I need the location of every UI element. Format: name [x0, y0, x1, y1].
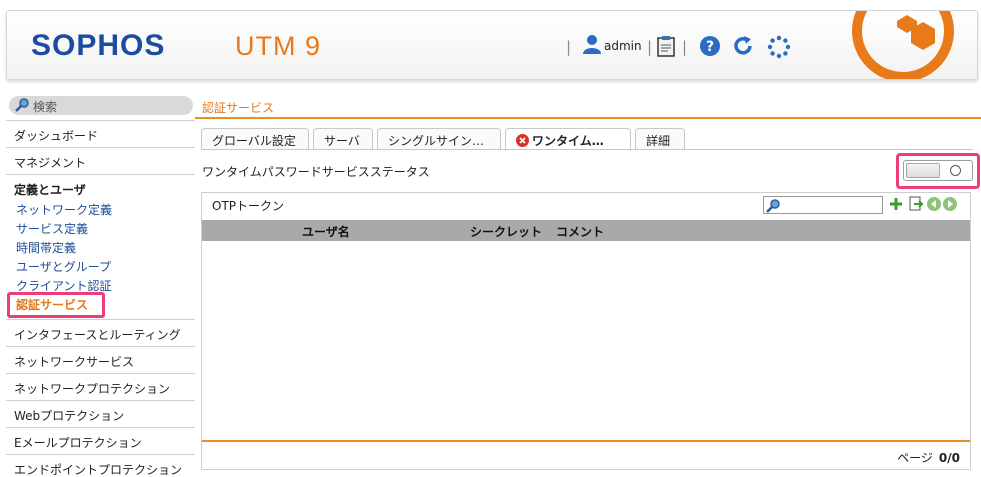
utm-webadmin-window: { "header": { "brand": "SOPHOS", "produc…	[0, 0, 981, 477]
spinner-icon[interactable]	[767, 35, 791, 63]
toggle-knob[interactable]	[906, 163, 940, 178]
sidebar-subitem-network-definitions[interactable]: ネットワーク定義	[14, 201, 195, 220]
refresh-icon[interactable]	[732, 35, 754, 61]
otp-token-panel: OTPトークン ユーザ名 シークレット コメント ページ 0/0	[201, 192, 971, 470]
sophos-logo-icon	[849, 11, 957, 79]
tab-single-sign-on[interactable]: シングルサイン…	[377, 128, 501, 150]
sidebar-group-title[interactable]: 定義とユーザ	[14, 181, 195, 201]
table-footer-divider	[202, 440, 970, 442]
header-separator: |	[682, 38, 688, 56]
token-list	[202, 241, 970, 440]
title-divider	[195, 117, 981, 119]
user-icon[interactable]	[583, 34, 601, 58]
sidebar-item-web-protection[interactable]: Webプロテクション	[6, 400, 195, 427]
pager: ページ 0/0	[897, 449, 960, 466]
sidebar-item-network-services[interactable]: ネットワークサービス	[6, 346, 195, 373]
sidebar-item-dashboard[interactable]: ダッシュボード	[6, 120, 195, 147]
highlight-box-auth-services	[7, 292, 105, 318]
sidebar-search-input[interactable]: 検索	[9, 96, 193, 115]
sidebar-item-interfaces-routing[interactable]: インタフェースとルーティング	[6, 319, 195, 346]
tab-label: ワンタイム…	[532, 134, 604, 148]
sidebar-subitem-users-groups[interactable]: ユーザとグループ	[14, 258, 195, 277]
tabs-baseline	[201, 149, 973, 150]
pager-value: 0/0	[938, 451, 960, 465]
add-icon[interactable]	[889, 196, 903, 215]
toggle-off-icon	[950, 165, 961, 176]
svg-text:?: ?	[706, 39, 714, 55]
table-header-row: ユーザ名 シークレット コメント	[202, 220, 970, 241]
column-header-secret[interactable]: シークレット	[470, 223, 542, 240]
tab-one-time-password[interactable]: ワンタイム…	[505, 128, 631, 151]
column-header-comment[interactable]: コメント	[556, 223, 604, 240]
pager-label: ページ	[897, 451, 933, 465]
help-icon[interactable]: ?	[700, 36, 720, 60]
sidebar-item-endpoint-protection[interactable]: エンドポイントプロテクション	[6, 454, 195, 477]
search-icon	[15, 98, 29, 115]
filter-input[interactable]	[763, 196, 883, 214]
sidebar-item-network-protection[interactable]: ネットワークプロテクション	[6, 373, 195, 400]
clipboard-icon[interactable]	[657, 35, 675, 61]
otp-service-toggle[interactable]	[903, 160, 973, 181]
header-separator: |	[566, 38, 572, 56]
current-user[interactable]: admin	[604, 39, 642, 53]
tab-advanced[interactable]: 詳細	[635, 128, 685, 150]
next-page-icon[interactable]	[943, 196, 957, 215]
sidebar-item-email-protection[interactable]: Eメールプロテクション	[6, 427, 195, 454]
top-header: SOPHOS UTM 9 | admin | | ?	[6, 10, 978, 80]
sidebar-item-management[interactable]: マネジメント	[6, 147, 195, 174]
search-placeholder: 検索	[33, 100, 58, 114]
product-name: UTM 9	[235, 31, 321, 61]
otp-service-status-label: ワンタイムパスワードサービスステータス	[202, 165, 430, 179]
panel-title: OTPトークン	[212, 199, 285, 213]
sidebar-subitem-time-definitions[interactable]: 時間帯定義	[14, 239, 195, 258]
prev-page-icon[interactable]	[927, 196, 941, 215]
header-separator: |	[647, 38, 653, 56]
page-title: 認証サービス	[202, 101, 275, 115]
brand-logo-text: SOPHOS	[31, 29, 166, 62]
column-header-username[interactable]: ユーザ名	[302, 223, 350, 240]
sidebar-subitem-service-definitions[interactable]: サービス定義	[14, 220, 195, 239]
error-x-icon	[516, 134, 529, 150]
search-icon	[766, 198, 780, 217]
tab-global-settings[interactable]: グローバル設定	[201, 128, 309, 150]
tab-servers[interactable]: サーバ	[313, 128, 373, 150]
import-icon[interactable]	[908, 196, 924, 216]
